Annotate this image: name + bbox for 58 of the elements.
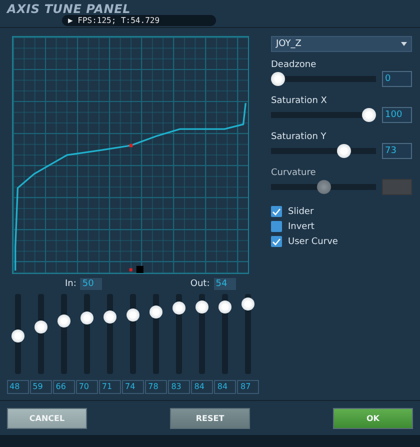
slider-thumb[interactable]: [337, 144, 352, 158]
slider-thumb[interactable]: [172, 301, 186, 314]
checkbox-icon[interactable]: [271, 221, 282, 232]
value-field[interactable]: 83: [168, 380, 190, 394]
setting-label: Deadzone: [271, 60, 318, 70]
vertical-slider-track[interactable]: [14, 294, 21, 374]
vertical-slider-track[interactable]: [199, 294, 206, 374]
dialog-button[interactable]: RESET: [170, 408, 250, 428]
value-field[interactable]: 73: [382, 143, 412, 159]
value-field[interactable]: 84: [214, 380, 236, 394]
slider-thumb[interactable]: [242, 298, 255, 311]
value-field[interactable]: 66: [52, 380, 75, 394]
in-value: 50: [80, 278, 102, 290]
setting-label: Saturation Y: [271, 132, 328, 142]
slider-thumb[interactable]: [57, 314, 70, 328]
caret-icon: [401, 42, 407, 46]
slider-thumb[interactable]: [11, 329, 24, 342]
slider-thumb[interactable]: [196, 300, 209, 314]
value-field[interactable]: 78: [145, 380, 168, 394]
out-label: Out:: [190, 279, 210, 289]
slider-thumb[interactable]: [218, 300, 232, 314]
dialog-button[interactable]: OK: [333, 408, 413, 428]
window-title: AXIS TUNE PANEL: [7, 2, 131, 16]
vertical-slider-track[interactable]: [38, 294, 44, 374]
value-field[interactable]: 0: [382, 71, 412, 87]
vertical-slider-track[interactable]: [245, 294, 252, 374]
value-field[interactable]: 74: [122, 380, 144, 394]
in-label: In:: [65, 279, 76, 289]
value-field[interactable]: 71: [98, 380, 121, 394]
setting-label: Curvature: [271, 168, 317, 178]
out-value: 54: [214, 278, 236, 290]
checkbox-icon[interactable]: [271, 236, 282, 247]
slider-thumb[interactable]: [271, 72, 285, 86]
value-field[interactable]: 70: [76, 380, 98, 394]
slider-thumb[interactable]: [362, 108, 376, 122]
value-field[interactable]: [382, 179, 412, 195]
option-checkbox[interactable]: Invert: [271, 221, 412, 232]
value-field[interactable]: 48: [6, 380, 29, 394]
value-field[interactable]: 84: [191, 380, 214, 394]
vertical-slider-track[interactable]: [60, 294, 67, 374]
slider-thumb[interactable]: [103, 310, 116, 324]
option-checkbox[interactable]: Slider: [271, 206, 412, 217]
slider-thumb[interactable]: [126, 308, 140, 322]
slider-thumb[interactable]: [34, 320, 48, 334]
axis-dropdown[interactable]: JOY_Z: [271, 36, 412, 52]
value-field[interactable]: 87: [237, 380, 260, 394]
slider-thumb[interactable]: [80, 312, 94, 324]
checkbox-icon[interactable]: [271, 206, 282, 217]
vertical-slider-track[interactable]: [222, 294, 228, 374]
output-marker: [136, 266, 144, 273]
value-field[interactable]: 100: [382, 107, 412, 123]
fps-overlay: ▶ FPS:125; T:54.729: [62, 15, 216, 26]
value-field[interactable]: 59: [30, 380, 52, 394]
setting-label: Saturation X: [271, 96, 328, 106]
curve-point: [129, 144, 133, 148]
option-checkbox[interactable]: User Curve: [271, 236, 412, 247]
slider-thumb[interactable]: [150, 305, 163, 318]
input-marker: [129, 268, 132, 272]
